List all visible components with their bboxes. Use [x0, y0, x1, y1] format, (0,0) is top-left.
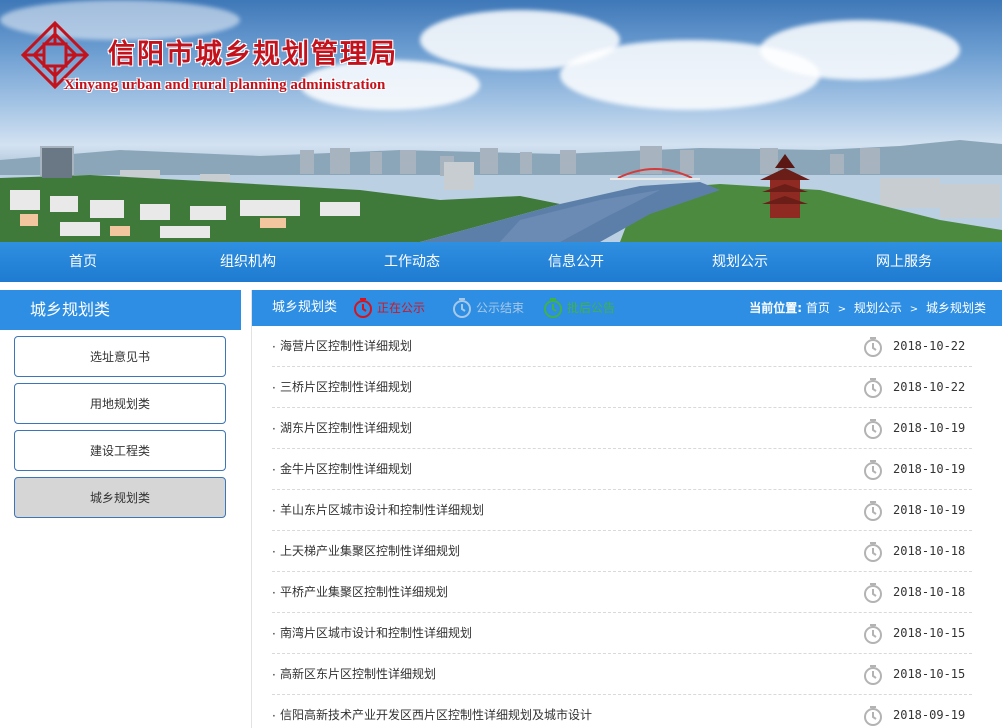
list-item-date: 2018-09-19	[893, 708, 966, 722]
list-item-date: 2018-10-22	[893, 380, 966, 394]
header-banner: 信阳市城乡规划管理局 Xinyang urban and rural plann…	[0, 0, 1002, 242]
list-item: · 羊山东片区城市设计和控制性详细规划 2018-10-19	[272, 490, 972, 531]
breadcrumb-item-current[interactable]: 城乡规划类	[926, 301, 986, 315]
sidebar-heading: 城乡规划类	[0, 290, 241, 330]
list-item: · 海营片区控制性详细规划 2018-10-22	[272, 326, 972, 367]
nav-item-online-service[interactable]: 网上服务	[822, 242, 986, 282]
bullet: ·	[272, 463, 276, 477]
clock-icon	[862, 541, 884, 566]
status-closed-label: 公示结束	[476, 301, 525, 315]
breadcrumb-separator: >	[837, 304, 847, 315]
sidebar-item-land-planning[interactable]: 用地规划类	[14, 383, 226, 424]
sidebar: 城乡规划类 选址意见书 用地规划类 建设工程类 城乡规划类	[0, 290, 241, 728]
breadcrumb: 当前位置: 首页 > 规划公示 > 城乡规划类	[749, 290, 986, 328]
nav-item-organization[interactable]: 组织机构	[166, 242, 330, 282]
bullet: ·	[272, 545, 276, 559]
sidebar-item-site-selection[interactable]: 选址意见书	[14, 336, 226, 377]
content-header: 城乡规划类 正在公示 公示结束 批后公告 当前位置: 首页 > 规划公示 > 城…	[252, 290, 1002, 326]
list-item-date: 2018-10-19	[893, 462, 966, 476]
list-item-title-link[interactable]: 湖东片区控制性详细规划	[280, 408, 412, 448]
list-item: · 南湾片区城市设计和控制性详细规划 2018-10-15	[272, 613, 972, 654]
status-open-label: 正在公示	[377, 301, 426, 315]
list-item-date: 2018-10-22	[893, 339, 966, 353]
list-item-title-link[interactable]: 上天梯产业集聚区控制性详细规划	[280, 531, 460, 571]
site-title: 信阳市城乡规划管理局	[108, 39, 398, 70]
clock-icon	[862, 418, 884, 443]
clock-icon	[862, 582, 884, 607]
notice-list: · 海营片区控制性详细规划 2018-10-22 · 三桥片区控制性详细规划 2018-1…	[272, 326, 972, 728]
sidebar-menu: 选址意见书 用地规划类 建设工程类 城乡规划类	[0, 330, 241, 518]
clock-icon	[544, 298, 562, 318]
bullet: ·	[272, 381, 276, 395]
clock-icon	[453, 298, 471, 318]
clock-icon	[862, 623, 884, 648]
nav-item-planning-notice[interactable]: 规划公示	[658, 242, 822, 282]
category-title: 城乡规划类	[272, 300, 338, 315]
list-item: · 平桥产业集聚区控制性详细规划 2018-10-18	[272, 572, 972, 613]
list-item-title-link[interactable]: 三桥片区控制性详细规划	[280, 367, 412, 407]
list-item: · 信阳高新技术产业开发区西片区控制性详细规划及城市设计 2018-09-19	[272, 695, 972, 728]
clock-icon	[862, 459, 884, 484]
bullet: ·	[272, 627, 276, 641]
clock-icon	[862, 705, 884, 728]
bullet: ·	[272, 586, 276, 600]
list-item: · 高新区东片区控制性详细规划 2018-10-15	[272, 654, 972, 695]
list-item-date: 2018-10-19	[893, 421, 966, 435]
clock-icon	[862, 336, 884, 361]
bullet: ·	[272, 709, 276, 723]
nav-item-work-news[interactable]: 工作动态	[330, 242, 494, 282]
main-nav: 首页 组织机构 工作动态 信息公开 规划公示 网上服务	[0, 242, 1002, 282]
bullet: ·	[272, 504, 276, 518]
clock-icon	[354, 298, 372, 318]
list-item-title-link[interactable]: 信阳高新技术产业开发区西片区控制性详细规划及城市设计	[280, 695, 592, 728]
list-item: · 三桥片区控制性详细规划 2018-10-22	[272, 367, 972, 408]
breadcrumb-item-planning-notice[interactable]: 规划公示	[854, 301, 902, 315]
list-item-date: 2018-10-18	[893, 544, 966, 558]
list-item-title-link[interactable]: 羊山东片区城市设计和控制性详细规划	[280, 490, 484, 530]
main-content: 城乡规划类 正在公示 公示结束 批后公告 当前位置: 首页 > 规划公示 > 城…	[251, 290, 1002, 728]
list-item-date: 2018-10-18	[893, 585, 966, 599]
sidebar-item-construction[interactable]: 建设工程类	[14, 430, 226, 471]
clock-icon	[862, 500, 884, 525]
clock-icon	[862, 664, 884, 689]
list-item-date: 2018-10-19	[893, 503, 966, 517]
list-item: · 上天梯产业集聚区控制性详细规划 2018-10-18	[272, 531, 972, 572]
status-approved-label: 批后公告	[567, 301, 616, 315]
bullet: ·	[272, 668, 276, 682]
list-item-date: 2018-10-15	[893, 667, 966, 681]
list-item-title-link[interactable]: 平桥产业集聚区控制性详细规划	[280, 572, 448, 612]
list-item: · 湖东片区控制性详细规划 2018-10-19	[272, 408, 972, 449]
list-item-title-link[interactable]: 南湾片区城市设计和控制性详细规划	[280, 613, 472, 653]
breadcrumb-item-home[interactable]: 首页	[806, 301, 830, 315]
bullet: ·	[272, 340, 276, 354]
breadcrumb-separator: >	[909, 304, 919, 315]
nav-item-info-disclosure[interactable]: 信息公开	[494, 242, 658, 282]
site-subtitle: Xinyang urban and rural planning adminis…	[64, 77, 386, 93]
list-item: · 金牛片区控制性详细规划 2018-10-19	[272, 449, 972, 490]
list-item-date: 2018-10-15	[893, 626, 966, 640]
bullet: ·	[272, 422, 276, 436]
breadcrumb-prefix: 当前位置:	[749, 301, 803, 315]
sidebar-item-urban-rural-planning[interactable]: 城乡规划类	[14, 477, 226, 518]
clock-icon	[862, 377, 884, 402]
nav-item-home[interactable]: 首页	[0, 242, 166, 282]
list-item-title-link[interactable]: 高新区东片区控制性详细规划	[280, 654, 436, 694]
list-item-title-link[interactable]: 金牛片区控制性详细规划	[280, 449, 412, 489]
list-item-title-link[interactable]: 海营片区控制性详细规划	[280, 326, 412, 366]
